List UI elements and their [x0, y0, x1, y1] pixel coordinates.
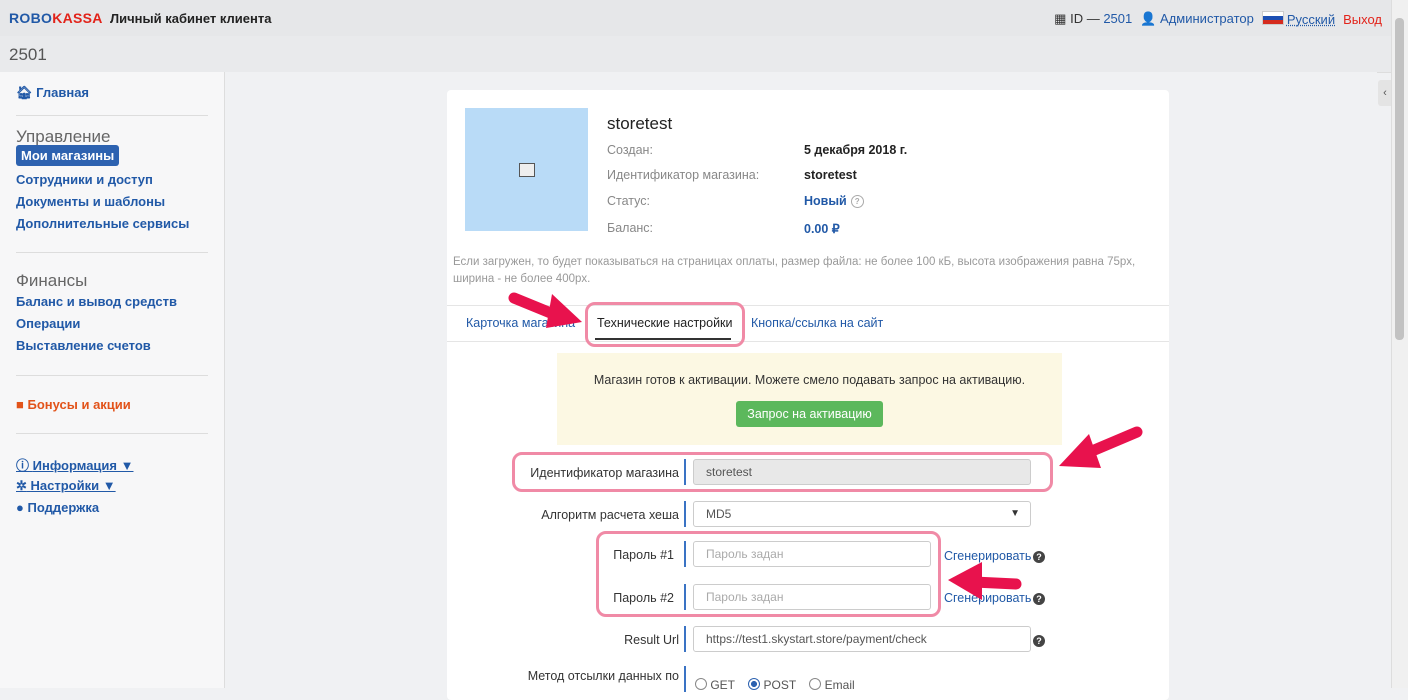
shop-logo-placeholder[interactable] — [465, 108, 588, 231]
user-icon: 👤 — [1140, 11, 1157, 26]
field-marker — [684, 666, 686, 692]
sidebar-item-my-shops[interactable]: Мои магазины — [16, 145, 120, 166]
annotation-arrow-icon — [1059, 426, 1143, 468]
radio-post[interactable]: POST — [748, 678, 796, 692]
result-url-label: Result Url — [624, 633, 679, 647]
collapse-panel-button[interactable]: ‹ — [1378, 80, 1392, 106]
send-method-radios: GET POST Email — [695, 678, 855, 692]
balance-value: 0.00 ₽ — [804, 222, 840, 236]
radio-email[interactable]: Email — [809, 678, 855, 692]
annotation-highlight-passwords — [596, 531, 941, 617]
cabinet-title: Личный кабинет клиента — [110, 11, 272, 26]
chat-icon: ● — [16, 500, 24, 515]
building-icon: ▦ — [1054, 11, 1067, 26]
help-icon[interactable]: ? — [1033, 593, 1045, 605]
shop-id-label: Идентификатор магазина: — [607, 168, 760, 182]
language-switcher[interactable]: Русский — [1261, 11, 1335, 27]
sidebar-item-balance[interactable]: Баланс и вывод средств — [16, 294, 177, 309]
request-activation-button[interactable]: Запрос на активацию — [736, 401, 883, 427]
sidebar-item-extra-services[interactable]: Дополнительные сервисы — [16, 216, 189, 231]
sidebar-item-docs[interactable]: Документы и шаблоны — [16, 194, 165, 209]
top-right-menu: ▦ ID — 2501 👤 Администратор Русский Выхо… — [1054, 11, 1382, 27]
hash-algorithm-label: Алгоритм расчета хеша — [541, 508, 679, 522]
divider — [447, 341, 1169, 342]
gear-icon: ✲ — [16, 478, 27, 493]
sidebar-item-support[interactable]: ● Поддержка — [16, 500, 99, 515]
sidebar-item-settings[interactable]: ✲ Настройки ▼ — [16, 478, 116, 494]
top-bar: ROBOKASSA Личный кабинет клиента ▦ ID — … — [0, 0, 1392, 36]
created-value: 5 декабря 2018 г. — [804, 143, 908, 157]
field-marker — [684, 626, 686, 652]
sidebar-item-staff[interactable]: Сотрудники и доступ — [16, 172, 153, 187]
hash-algorithm-select[interactable]: MD5 ▼ — [693, 501, 1031, 527]
annotation-arrow-icon — [508, 292, 582, 328]
annotation-arrow-icon — [948, 562, 1022, 600]
logout-link[interactable]: Выход — [1343, 12, 1382, 27]
divider — [16, 115, 208, 116]
page-subheader: 2501 — [0, 36, 1392, 73]
radio-get[interactable]: GET — [695, 678, 735, 692]
result-url-input[interactable]: https://test1.skystart.store/payment/che… — [693, 626, 1031, 652]
id-indicator: ▦ ID — 2501 — [1054, 11, 1133, 26]
activation-alert-text: Магазин готов к активации. Можете смело … — [593, 373, 1026, 387]
id-value[interactable]: 2501 — [1103, 11, 1132, 26]
caret-down-icon: ▼ — [1010, 508, 1020, 519]
help-icon[interactable]: ? — [1033, 635, 1045, 647]
vertical-scrollbar[interactable] — [1391, 0, 1408, 688]
help-icon[interactable]: ? — [850, 195, 864, 208]
section-heading-finance: Финансы — [16, 271, 88, 290]
divider — [16, 375, 208, 376]
user-menu[interactable]: 👤 Администратор — [1140, 11, 1254, 27]
shop-id-value: storetest — [804, 168, 857, 182]
info-icon: ⓘ — [16, 458, 30, 473]
bookmark-icon: ■ — [16, 397, 24, 412]
sidebar-item-invoices[interactable]: Выставление счетов — [16, 338, 151, 353]
status-label: Статус: — [607, 194, 650, 208]
shop-name: storetest — [607, 114, 673, 133]
field-marker — [684, 501, 686, 527]
section-heading-manage: Управление — [16, 127, 111, 146]
status-value: Новый? — [804, 194, 864, 208]
sidebar-item-bonuses[interactable]: ■ Бонусы и акции — [16, 397, 131, 412]
image-icon — [519, 163, 535, 177]
sidebar-item-home[interactable]: 🏠︎ Главная — [16, 85, 89, 101]
russia-flag-icon — [1261, 11, 1284, 25]
sidebar-item-info[interactable]: ⓘ Информация ▼ — [16, 455, 133, 474]
created-label: Создан: — [607, 143, 653, 157]
shop-id-heading: 2501 — [9, 45, 47, 64]
help-icon[interactable]: ? — [1033, 551, 1045, 563]
annotation-highlight-tab — [585, 302, 745, 347]
divider — [16, 252, 208, 253]
sidebar: 🏠︎ Главная Управление Мои магазины Сотру… — [0, 72, 225, 688]
annotation-highlight-shop-id — [512, 452, 1053, 492]
activation-alert: Магазин готов к активации. Можете смело … — [557, 353, 1062, 445]
sidebar-item-operations[interactable]: Операции — [16, 316, 80, 331]
send-method-label: Метод отсылки данных по — [527, 669, 679, 683]
balance-label: Баланс: — [607, 221, 654, 235]
divider — [16, 433, 208, 434]
scrollbar-thumb[interactable] — [1395, 18, 1404, 340]
home-icon: 🏠︎ — [16, 85, 33, 100]
robokassa-logo[interactable]: ROBOKASSA — [9, 10, 103, 26]
tab-button-link[interactable]: Кнопка/ссылка на сайт — [751, 316, 883, 330]
